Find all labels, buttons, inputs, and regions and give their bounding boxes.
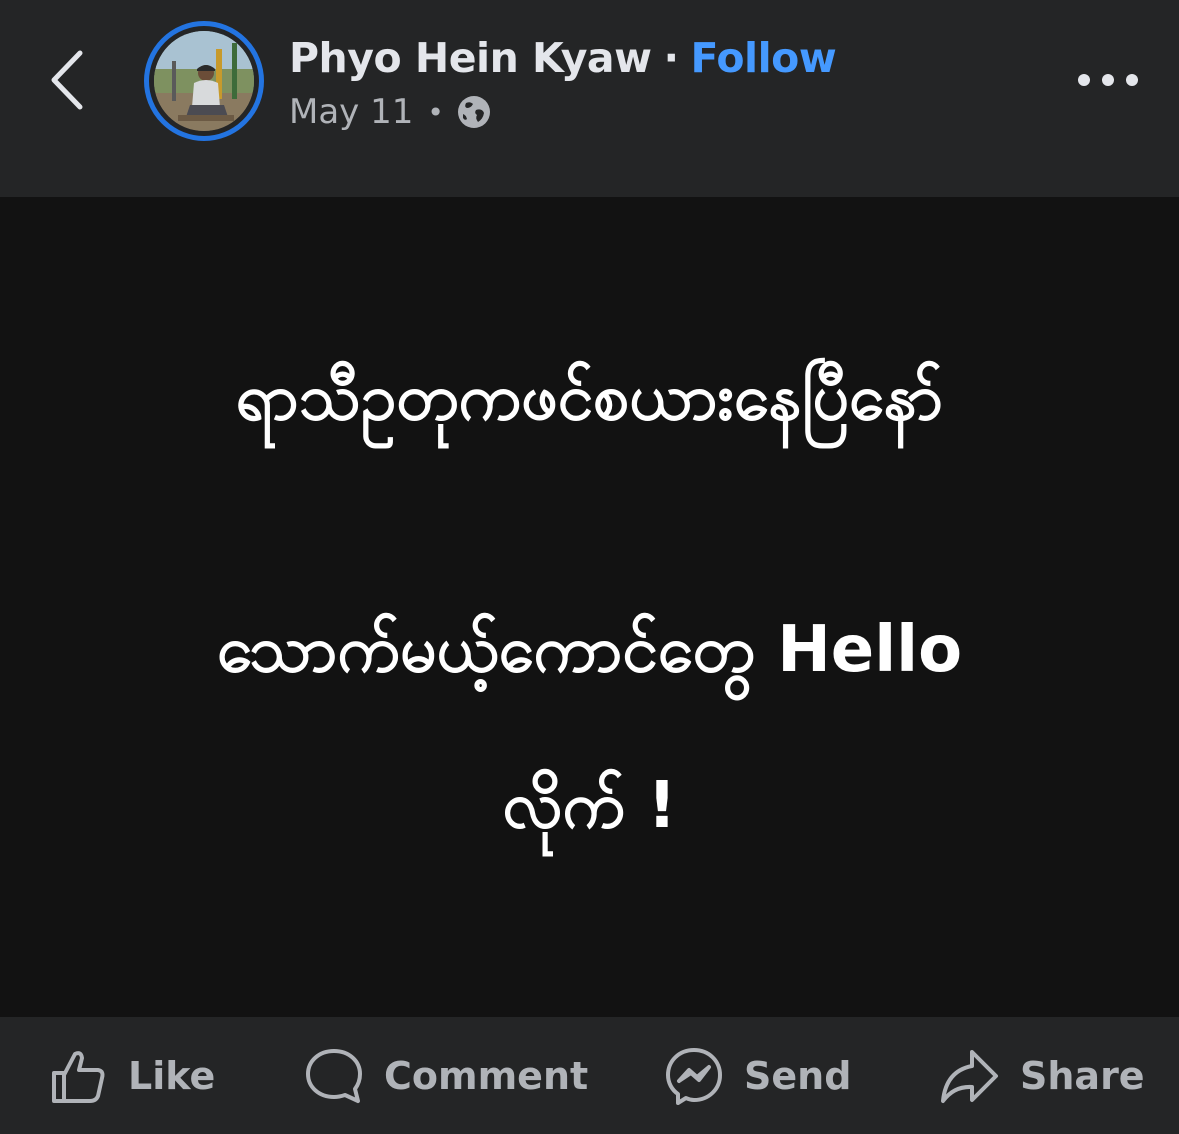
share-label: Share <box>1020 1053 1145 1098</box>
avatar-photo <box>154 31 254 131</box>
messenger-icon <box>666 1047 722 1105</box>
post-header: Phyo Hein Kyaw · Follow May 11 • <box>0 0 1179 197</box>
comment-button[interactable]: Comment <box>304 1017 588 1134</box>
more-dot <box>1102 74 1114 86</box>
name-separator: · <box>663 34 679 82</box>
share-button[interactable]: Share <box>938 1017 1145 1134</box>
chevron-left-icon <box>51 50 83 110</box>
post-meta: May 11 • <box>289 90 492 134</box>
post-text-line-3: လိုက် ! <box>502 769 677 843</box>
author-row: Phyo Hein Kyaw · Follow <box>289 30 837 86</box>
thumbs-up-icon <box>52 1050 105 1103</box>
post-action-bar: Like Comment Send Share <box>0 1017 1179 1134</box>
send-button[interactable]: Send <box>664 1017 851 1134</box>
post-text-line-1: ရာသီဥတုကဖင်စယားနေပြီနော် <box>235 361 944 435</box>
post-date[interactable]: May 11 <box>289 92 413 132</box>
more-dot <box>1126 74 1138 86</box>
globe-icon <box>456 94 492 130</box>
comment-icon <box>306 1048 362 1103</box>
follow-button[interactable]: Follow <box>691 34 837 82</box>
avatar-image <box>154 31 254 131</box>
author-avatar[interactable] <box>144 21 264 141</box>
more-options-button[interactable] <box>1070 55 1146 105</box>
more-dot <box>1078 74 1090 86</box>
meta-separator: • <box>427 95 444 129</box>
post-text-line-2: သောက်မယ့်ကောင်တွေ Hello <box>216 613 963 687</box>
like-button[interactable]: Like <box>48 1017 215 1134</box>
share-arrow-icon <box>941 1049 998 1103</box>
back-button[interactable] <box>38 40 98 120</box>
post-content[interactable]: ရာသီဥတုကဖင်စယားနေပြီနော် သောက်မယ့်ကောင်တ… <box>0 197 1179 1017</box>
author-name[interactable]: Phyo Hein Kyaw <box>289 34 652 82</box>
like-label: Like <box>128 1053 216 1098</box>
send-label: Send <box>744 1053 852 1098</box>
comment-label: Comment <box>384 1053 589 1098</box>
